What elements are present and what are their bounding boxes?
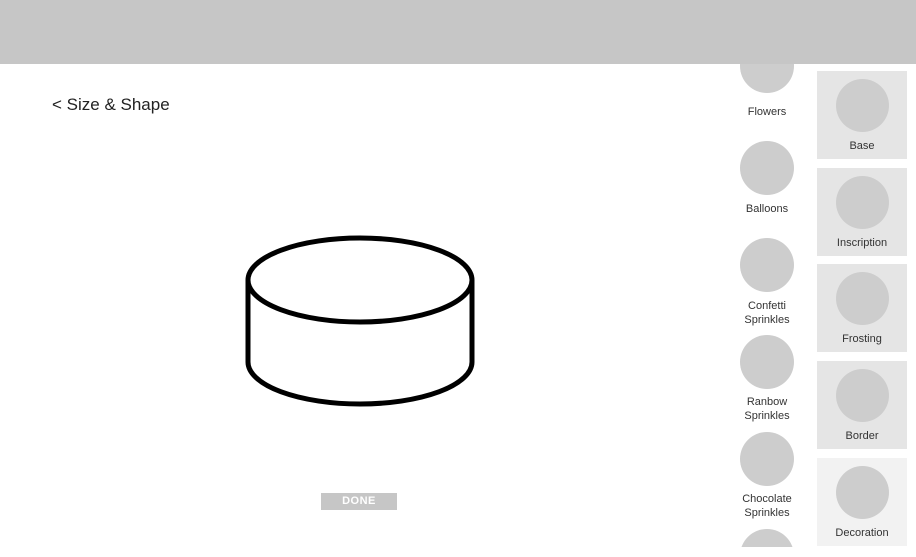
category-label: Base <box>849 140 875 152</box>
category-frosting[interactable]: Frosting <box>817 264 907 352</box>
chocolate-sprinkles-thumbnail <box>740 432 794 486</box>
category-label: Decoration <box>835 527 889 539</box>
top-bar <box>0 0 916 64</box>
decoration-thumbnail <box>836 466 889 519</box>
topping-label: Ranbow Sprinkles <box>744 396 790 422</box>
toppings-list[interactable]: Flowers Balloons Confetti Sprinkles Ranb… <box>722 64 812 547</box>
cake-preview <box>245 235 475 407</box>
category-decoration[interactable]: Decoration <box>817 458 907 546</box>
flowers-thumbnail <box>740 64 794 93</box>
done-button[interactable]: DONE <box>321 493 397 510</box>
topping-label: Chocolate Sprinkles <box>742 493 792 519</box>
topping-label: Balloons <box>745 203 789 215</box>
inscription-thumbnail <box>836 176 889 229</box>
category-border[interactable]: Border <box>817 361 907 449</box>
category-label: Frosting <box>842 333 882 345</box>
balloons-thumbnail <box>740 141 794 195</box>
category-label: Inscription <box>836 237 888 249</box>
category-label: Border <box>845 430 879 442</box>
topping-label: Confetti Sprinkles <box>744 300 790 326</box>
frosting-thumbnail <box>836 272 889 325</box>
category-base[interactable]: Base <box>817 71 907 159</box>
back-link-size-shape[interactable]: < Size & Shape <box>52 95 170 115</box>
confetti-sprinkles-thumbnail <box>740 238 794 292</box>
topping-thumbnail <box>740 529 794 547</box>
category-inscription[interactable]: Inscription <box>817 168 907 256</box>
topping-label: Flowers <box>747 106 787 118</box>
base-thumbnail <box>836 79 889 132</box>
border-thumbnail <box>836 369 889 422</box>
rainbow-sprinkles-thumbnail <box>740 335 794 389</box>
